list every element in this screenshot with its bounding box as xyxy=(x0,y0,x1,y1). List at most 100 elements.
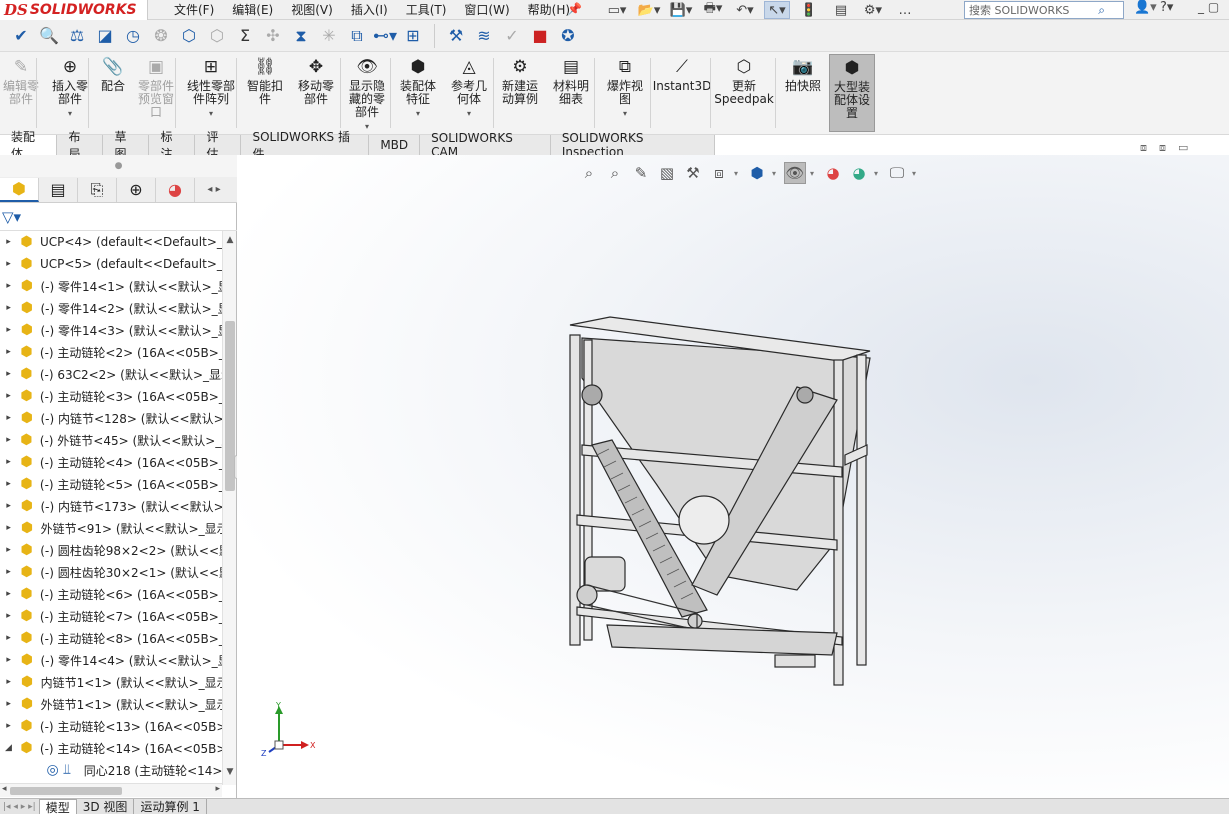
rebuild-icon[interactable]: 🚦 xyxy=(796,1,822,19)
hole-alignment-icon[interactable]: ✣ xyxy=(260,23,286,49)
spell-check-icon[interactable]: ✔ xyxy=(8,23,34,49)
expand-arrow-icon[interactable]: ▸ xyxy=(0,633,17,643)
interference-detection-icon[interactable]: ⬡ xyxy=(176,23,202,49)
dropdown-arrow-icon[interactable]: ▾ xyxy=(68,107,72,120)
expand-arrow-icon[interactable]: ▸ xyxy=(0,545,17,555)
options-gear-icon[interactable]: ⚙▾ xyxy=(860,1,886,19)
mass-properties-icon[interactable]: ⚖ xyxy=(64,23,90,49)
window-restore-icon[interactable]: _ ▢ xyxy=(1198,0,1219,14)
search-box[interactable]: 搜索 SOLIDWORKS ⌕ xyxy=(964,1,1124,19)
tree-item[interactable]: ▸ ⬢ 内链节1<1> (默认<<默认>_显示 xyxy=(0,671,222,693)
property-manager-tab-icon[interactable]: ▤ xyxy=(39,177,78,202)
feature-tree-tab-icon[interactable]: ⬢ xyxy=(0,177,39,202)
tree-horizontal-scrollbar[interactable]: ◂ ▸ xyxy=(0,783,222,797)
tab-0[interactable]: 装配体 xyxy=(0,130,58,161)
dropdown-arrow-icon[interactable]: ▾ xyxy=(209,107,213,120)
tree-item[interactable]: ▸ ⬢ (-) 零件14<3> (默认<<默认>_显 xyxy=(0,319,222,341)
tab-nav-arrows-icon[interactable]: |◂ ◂ ▸ ▸| xyxy=(0,802,39,812)
user-icon[interactable]: 👤▾ xyxy=(1134,0,1157,15)
menu-window[interactable]: 窗口(W) xyxy=(455,4,518,16)
help-icon[interactable]: ?▾ xyxy=(1160,0,1173,15)
measure-icon[interactable]: 🔍 xyxy=(36,23,62,49)
print-icon[interactable]: 🖶▾ xyxy=(700,1,726,19)
tab-8[interactable]: SOLIDWORKS Inspection xyxy=(550,131,716,159)
dropdown-arrow-icon[interactable]: ▾ xyxy=(416,107,420,120)
tree-item[interactable]: ▸ ⬢ (-) 主动链轮<5> (16A<<05B>_5 xyxy=(0,473,222,495)
tree-item[interactable]: ◢ ⬢ (-) 主动链轮<14> (16A<<05B>_ xyxy=(0,737,222,759)
tree-item[interactable]: ▸ ⬢ (-) 主动链轮<13> (16A<<05B>_ xyxy=(0,715,222,737)
tree-item[interactable]: ▸ ⬢ (-) 零件14<4> (默认<<默认>_显 xyxy=(0,649,222,671)
apply-scene-dropdown-icon[interactable]: ▾ xyxy=(874,169,882,178)
expand-arrow-icon[interactable]: ▸ xyxy=(0,457,17,467)
view-settings-icon[interactable]: 🖵 xyxy=(886,162,908,184)
expand-arrow-icon[interactable]: ▸ xyxy=(0,501,17,511)
tab-motion-study[interactable]: 运动算例 1 xyxy=(134,798,207,814)
color-zones-icon[interactable]: ■ xyxy=(527,23,553,49)
section-properties-icon[interactable]: ◪ xyxy=(92,23,118,49)
command-show-hidden-button[interactable]: 👁 显示隐 藏的零 部件 ▾ xyxy=(344,56,390,133)
next-pane-icon[interactable]: ⧈ xyxy=(1159,141,1166,155)
display-style-icon[interactable]: ⬢ xyxy=(746,162,768,184)
dimxpert-tab-icon[interactable]: ⊕ xyxy=(117,177,156,202)
expand-arrow-icon[interactable]: ▸ xyxy=(0,523,17,533)
section-view-icon[interactable]: ▧ xyxy=(656,162,678,184)
scroll-left-icon[interactable]: ◂ xyxy=(2,784,7,794)
expand-arrow-icon[interactable]: ▸ xyxy=(0,677,17,687)
file-properties-icon[interactable]: ▤ xyxy=(828,1,854,19)
equations-sigma-icon[interactable]: Σ xyxy=(232,23,258,49)
command-assembly-feature-button[interactable]: ⬢ 装配体 特征 ▾ xyxy=(396,56,440,120)
tab-3[interactable]: 标注 xyxy=(149,130,196,161)
clearance-icon[interactable]: ⬡ xyxy=(204,23,230,49)
graphics-area[interactable]: Y X Z xyxy=(237,155,1229,798)
restore-pane-icon[interactable]: ⧈ xyxy=(1140,141,1147,155)
edit-appearance-icon[interactable]: ◕ xyxy=(822,162,844,184)
command-smart-fastener-button[interactable]: ⛓ 智能扣 件 xyxy=(243,56,287,106)
scroll-up-icon[interactable]: ▲ xyxy=(223,235,237,249)
command-bom-button[interactable]: ▤ 材料明 细表 xyxy=(548,56,594,106)
tab-1[interactable]: 布局 xyxy=(57,130,104,161)
panel-grip[interactable]: ● xyxy=(0,155,237,177)
mirror-icon[interactable]: ⧗ xyxy=(288,23,314,49)
panel-tabs-scroll[interactable]: ◂ ▸ xyxy=(195,184,233,195)
performance-evaluation-icon[interactable]: ◷ xyxy=(120,23,146,49)
tree-item[interactable]: ▸ ⬢ (-) 63C2<2> (默认<<默认>_显示 xyxy=(0,363,222,385)
tree-item[interactable]: ▸ ⬢ UCP<4> (default<<Default>_D xyxy=(0,231,222,253)
dropdown-arrow-icon[interactable]: ▾ xyxy=(365,120,369,133)
config-manager-tab-icon[interactable]: ⎘ xyxy=(78,177,117,202)
tree-item[interactable]: ▸ ⬢ (-) 主动链轮<8> (16A<<05B>_5 xyxy=(0,627,222,649)
expand-arrow-icon[interactable]: ▸ xyxy=(0,479,17,489)
check-icon[interactable]: ❂ xyxy=(148,23,174,49)
scroll-right-icon[interactable]: ▸ xyxy=(215,784,220,794)
menu-view[interactable]: 视图(V) xyxy=(282,4,342,16)
expand-arrow-icon[interactable]: ▸ xyxy=(0,237,17,247)
command-speedpak-button[interactable]: ⬡ 更新 Speedpak xyxy=(714,56,774,106)
expand-arrow-icon[interactable]: ▸ xyxy=(0,413,17,423)
tree-item[interactable]: ▸ ⬢ UCP<5> (default<<Default>_D xyxy=(0,253,222,275)
tree-item[interactable]: ▸ ⬢ 外链节<91> (默认<<默认>_显示 xyxy=(0,517,222,539)
solidworks-logo[interactable]: DS SOLIDWORKS xyxy=(0,0,148,20)
expand-arrow-icon[interactable]: ▸ xyxy=(0,259,17,269)
new-document-icon[interactable]: ▭▾ xyxy=(604,1,630,19)
view-settings-dropdown-icon[interactable]: ▾ xyxy=(912,169,920,178)
menu-tools[interactable]: 工具(T) xyxy=(397,4,456,16)
design-checker-icon[interactable]: ⚒ xyxy=(443,23,469,49)
tree-item[interactable]: ▸ ⬢ (-) 内链节<173> (默认<<默认>_ xyxy=(0,495,222,517)
tree-item[interactable]: ▸ ⬢ (-) 零件14<2> (默认<<默认>_显 xyxy=(0,297,222,319)
previous-view-icon[interactable]: ✎ xyxy=(630,162,652,184)
command-component-preview-button[interactable]: ▣ 零部件 预览窗 口 xyxy=(134,56,178,119)
filter-icon[interactable]: ▽▾ xyxy=(0,203,237,231)
expand-arrow-icon[interactable]: ▸ xyxy=(0,611,17,621)
assembly-model[interactable] xyxy=(237,155,1229,798)
tree-item[interactable]: ▸ ⬢ (-) 主动链轮<7> (16A<<05B>_5 xyxy=(0,605,222,627)
apply-scene-icon[interactable]: ◕ xyxy=(848,162,870,184)
tree-item[interactable]: ▸ ⬢ (-) 圆柱齿轮98×2<2> (默认<<默 xyxy=(0,539,222,561)
menu-edit[interactable]: 编辑(E) xyxy=(223,4,282,16)
expand-arrow-icon[interactable]: ▸ xyxy=(0,435,17,445)
command-mate-button[interactable]: 📎 配合 xyxy=(95,56,131,93)
expand-arrow-icon[interactable]: ▸ xyxy=(0,369,17,379)
collapse-arrow-icon[interactable]: ◢ xyxy=(0,743,17,753)
expand-arrow-icon[interactable]: ▸ xyxy=(0,567,17,577)
tree-vertical-scrollbar[interactable]: ▲ ▼ xyxy=(222,231,236,785)
tab-5[interactable]: SOLIDWORKS 插件 xyxy=(241,130,370,161)
expand-arrow-icon[interactable]: ▸ xyxy=(0,347,17,357)
